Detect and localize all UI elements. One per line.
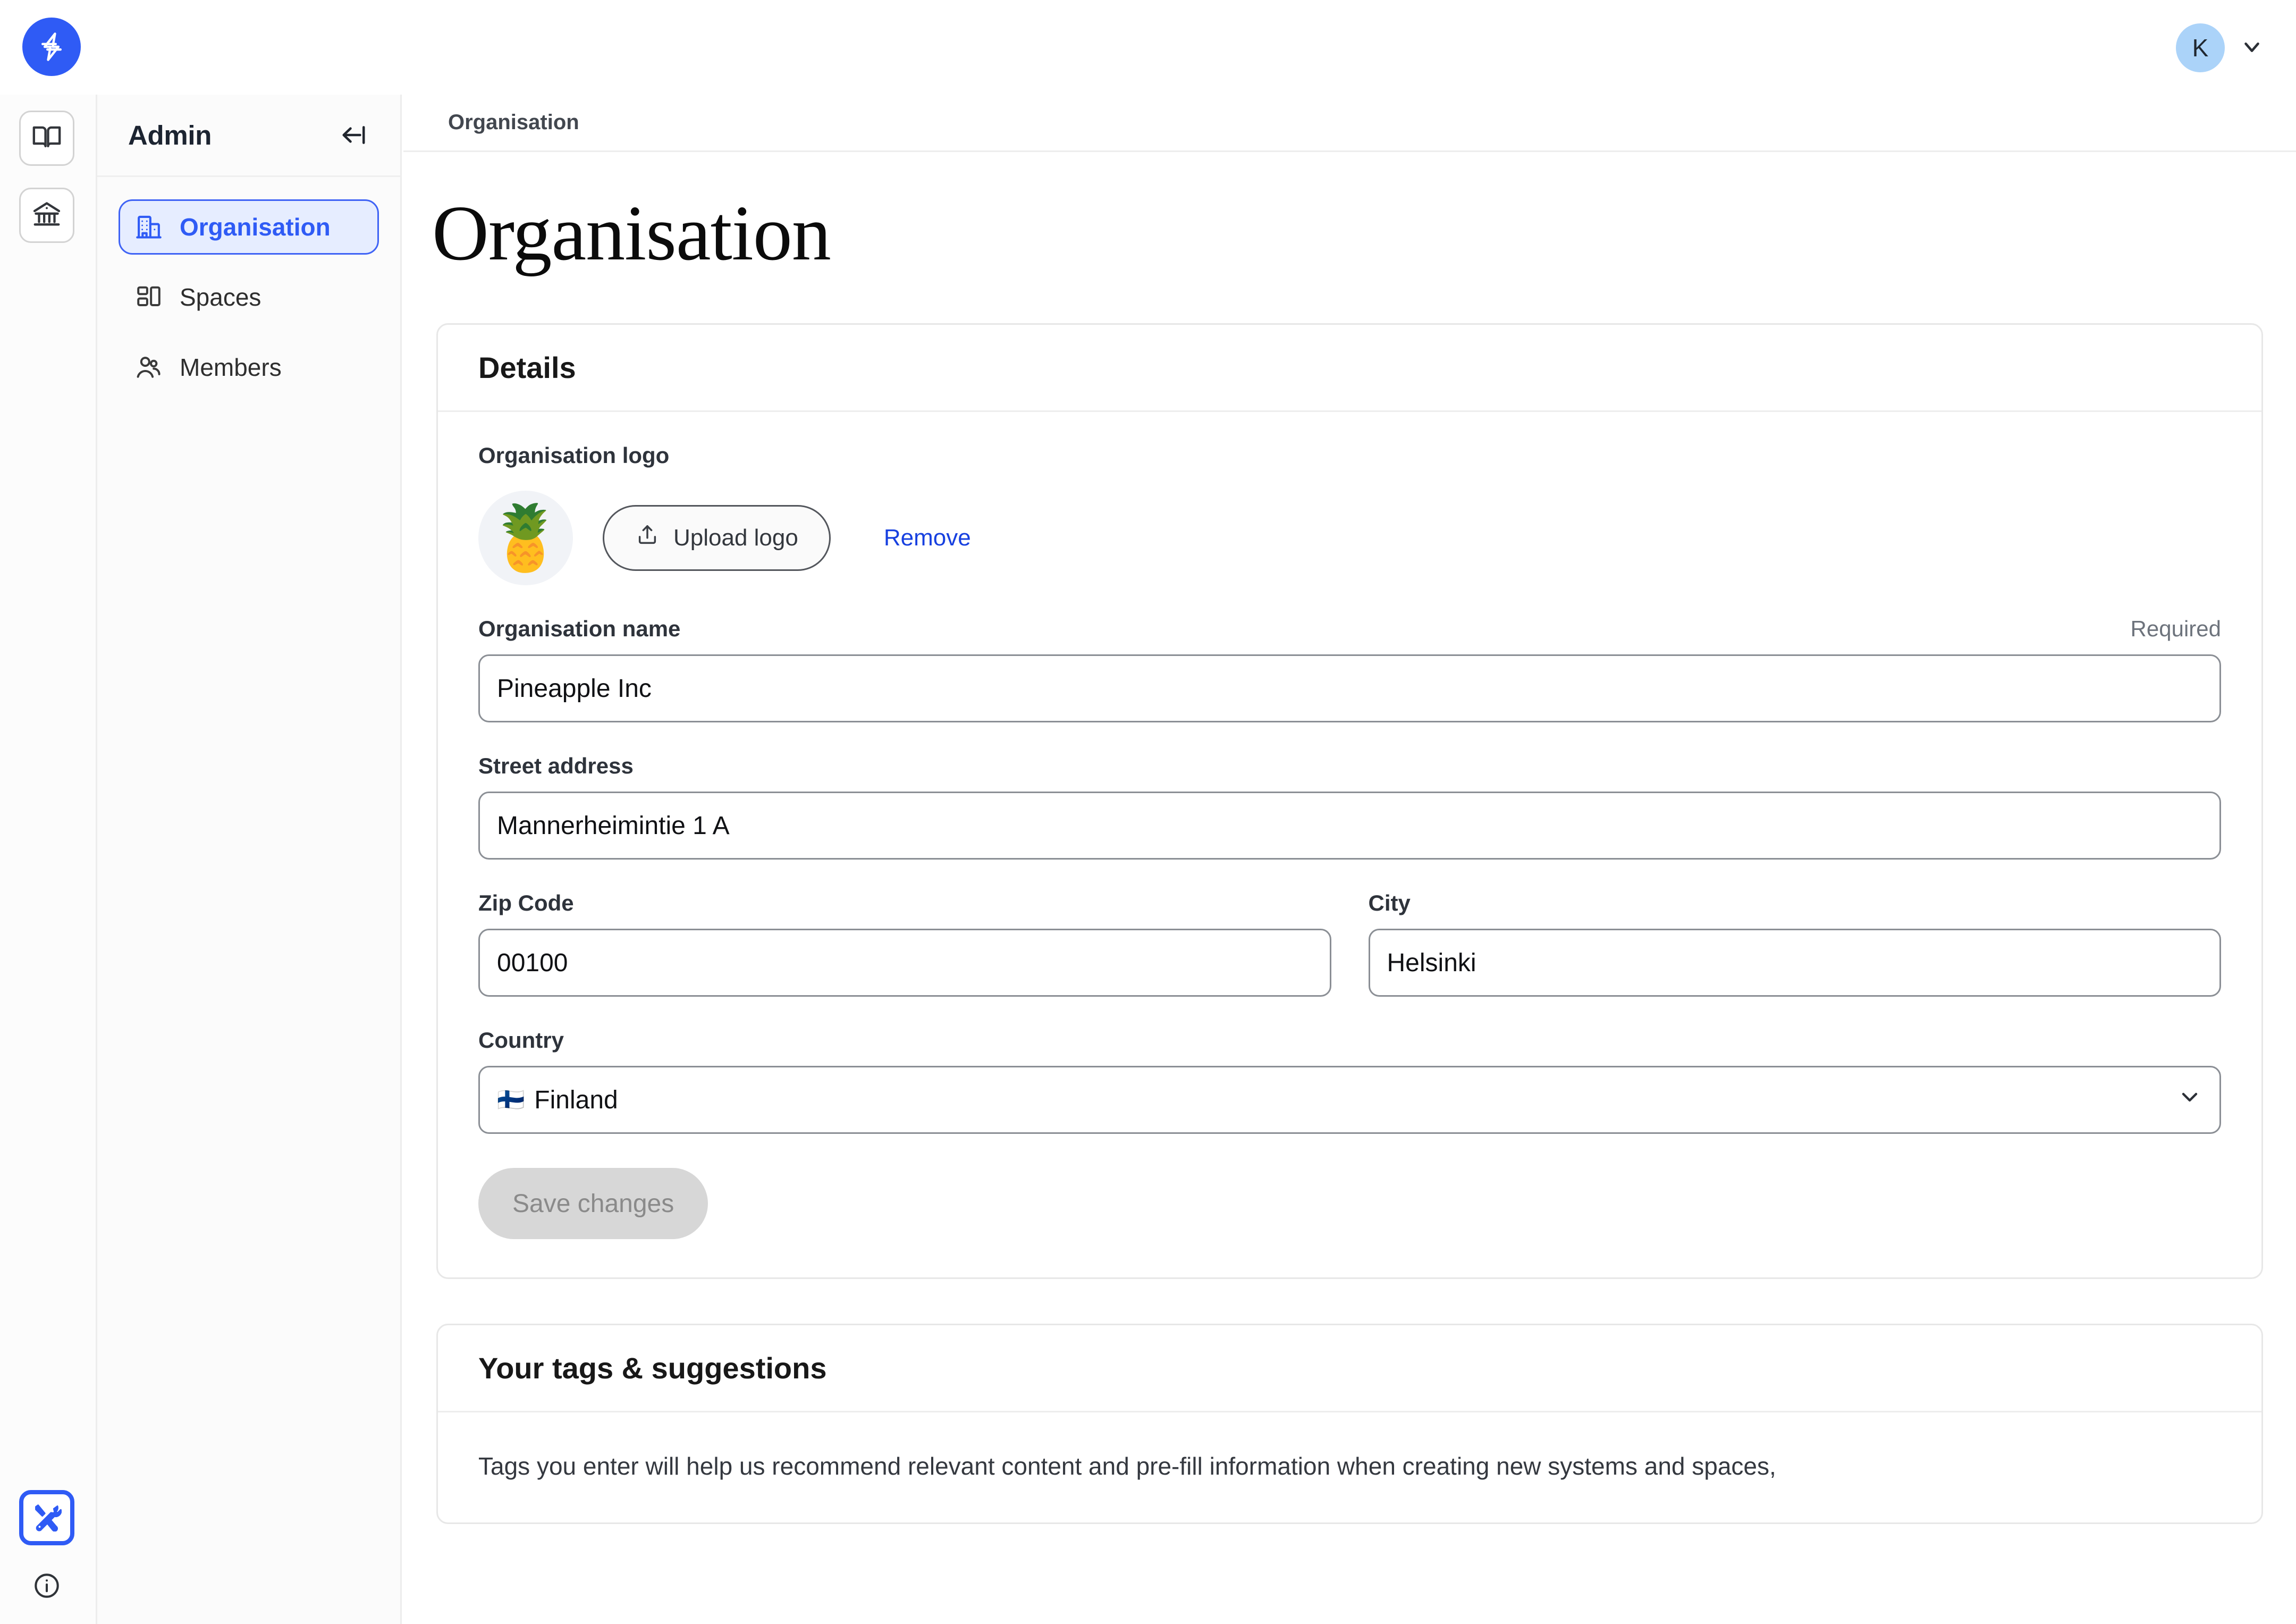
organisation-logo: 🍍 (478, 491, 573, 585)
admin-title: Admin (128, 120, 212, 150)
zip-city-row: Zip Code 00100 City Helsinki (478, 890, 2221, 997)
country-select[interactable]: 🇫🇮 Finland (478, 1066, 2221, 1134)
book-icon (31, 122, 62, 155)
save-changes-button[interactable]: Save changes (478, 1168, 708, 1239)
user-menu[interactable]: K (2176, 23, 2264, 72)
finland-flag-icon: 🇫🇮 (497, 1087, 525, 1112)
details-card-body: Organisation logo 🍍 Upload logo Remove O… (438, 412, 2261, 1277)
tags-card-body: Tags you enter will help us recommend re… (438, 1412, 2261, 1522)
city-label: City (1368, 890, 1411, 915)
tools-icon (32, 1502, 62, 1534)
street-address-field: Street address Mannerheimintie 1 A (478, 753, 2221, 860)
rail-item-library[interactable] (19, 111, 74, 166)
country-select-value: Finland (534, 1086, 618, 1114)
street-address-label: Street address (478, 753, 634, 778)
rail-item-tools[interactable] (19, 1490, 74, 1545)
collapse-left-icon[interactable] (339, 121, 367, 149)
info-circle-icon[interactable] (31, 1570, 63, 1602)
zip-code-field: Zip Code 00100 (478, 890, 1331, 997)
city-field: City Helsinki (1368, 890, 2221, 997)
admin-nav-list: Organisation Spaces Members (97, 177, 400, 395)
avatar: K (2176, 23, 2225, 72)
remove-logo-link[interactable]: Remove (884, 525, 971, 551)
chevron-down-icon[interactable] (2177, 1084, 2202, 1116)
sidebar-item-label: Spaces (180, 283, 261, 311)
tags-card-title: Your tags & suggestions (478, 1351, 827, 1385)
zip-code-input[interactable]: 00100 (478, 929, 1331, 997)
sidebar-item-spaces[interactable]: Spaces (119, 270, 379, 325)
rail-item-institution[interactable] (19, 188, 74, 243)
upload-logo-button[interactable]: Upload logo (603, 505, 831, 571)
sidebar-item-organisation[interactable]: Organisation (119, 199, 379, 255)
tags-description: Tags you enter will help us recommend re… (478, 1452, 1776, 1480)
organisation-name-required: Required (2130, 616, 2221, 641)
main-content: Organisation Organisation Details Organi… (403, 95, 2296, 1624)
upload-logo-label: Upload logo (673, 525, 798, 551)
details-card: Details Organisation logo 🍍 Upload logo (436, 323, 2263, 1279)
chevron-down-icon[interactable] (2240, 35, 2264, 62)
breadcrumb[interactable]: Organisation (448, 111, 579, 134)
layout-grid-icon (134, 282, 164, 312)
brand-logo-icon[interactable] (22, 18, 81, 76)
admin-sidebar-header: Admin (97, 95, 400, 177)
organisation-name-label: Organisation name (478, 616, 681, 641)
sidebar-item-label: Members (180, 354, 282, 381)
country-label: Country (478, 1028, 564, 1053)
left-rail (0, 95, 97, 1624)
breadcrumb-bar: Organisation (403, 95, 2296, 152)
street-address-input[interactable]: Mannerheimintie 1 A (478, 792, 2221, 860)
users-icon (134, 352, 164, 382)
top-bar: K (0, 0, 2296, 95)
logo-label: Organisation logo (478, 443, 670, 468)
sidebar-item-members[interactable]: Members (119, 340, 379, 395)
logo-row: 🍍 Upload logo Remove (478, 491, 2221, 585)
admin-sidebar: Admin Organisation Spaces Members (97, 95, 402, 1624)
zip-code-label: Zip Code (478, 890, 574, 915)
tags-card-header: Your tags & suggestions (438, 1325, 2261, 1412)
details-card-header: Details (438, 325, 2261, 412)
sidebar-item-label: Organisation (180, 213, 331, 241)
city-input[interactable]: Helsinki (1368, 929, 2221, 997)
institution-icon (31, 199, 62, 232)
tags-card: Your tags & suggestions Tags you enter w… (436, 1324, 2263, 1524)
organisation-name-field: Organisation name Required Pineapple Inc (478, 616, 2221, 722)
building-icon (134, 212, 164, 242)
details-card-title: Details (478, 351, 576, 384)
page-title: Organisation (432, 190, 831, 277)
country-field: Country 🇫🇮 Finland (478, 1028, 2221, 1134)
organisation-name-input[interactable]: Pineapple Inc (478, 654, 2221, 722)
upload-icon (635, 523, 660, 553)
